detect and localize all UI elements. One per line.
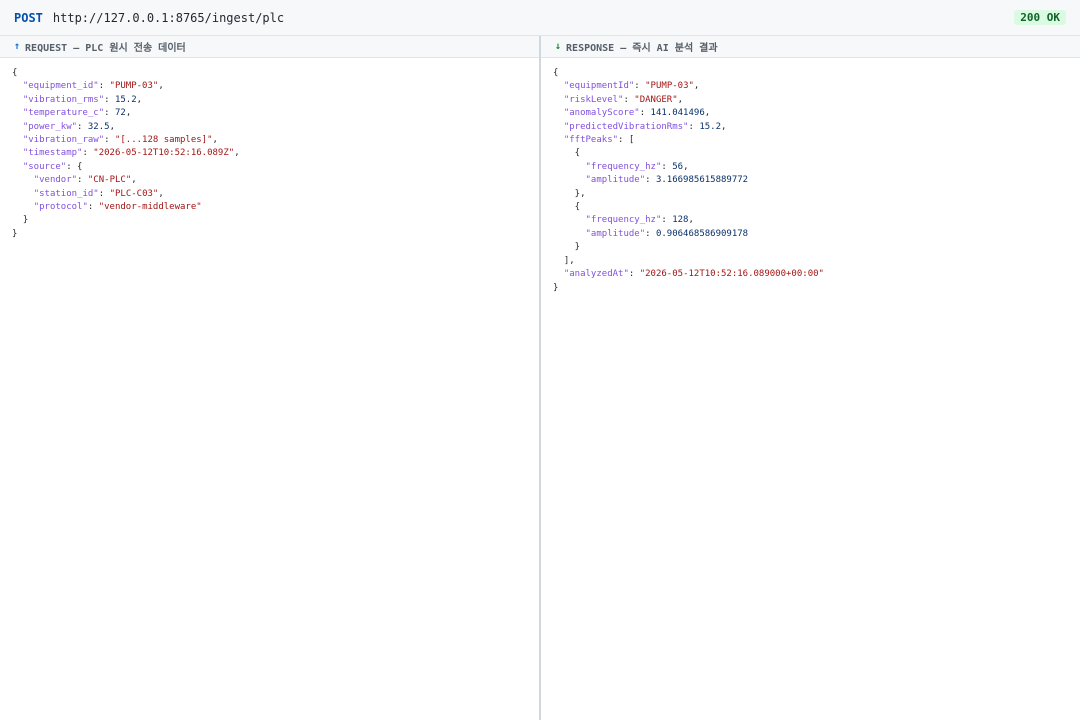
json-value: "2026-05-12T10:52:16.089000+00:00" [639, 269, 824, 280]
json-value: "PUMP-03" [109, 81, 159, 92]
json-value: "[...128 samples]" [114, 135, 213, 146]
json-value: "PLC-C03" [109, 188, 159, 199]
arrow-up-icon: ↑ [14, 41, 21, 52]
request-url[interactable]: http://127.0.0.1:8765/ingest/plc [53, 11, 284, 25]
request-pane-title: REQUEST — PLC 원시 전송 데이터 [25, 43, 186, 54]
json-value: 56 [672, 161, 684, 172]
json-value: "CN-PLC" [87, 175, 132, 186]
response-pane-header: ↓ RESPONSE — 즉시 AI 분석 결과 [541, 36, 1080, 58]
request-pane-header: ↑ REQUEST — PLC 원시 전송 데이터 [0, 36, 539, 58]
panes: ↑ REQUEST — PLC 원시 전송 데이터 { "equipment_i… [0, 36, 1080, 720]
response-json[interactable]: { "equipmentId": "PUMP-03", "riskLevel":… [541, 58, 1080, 304]
json-value: 15.2 [699, 121, 721, 132]
http-method: POST [14, 10, 43, 25]
request-pane: ↑ REQUEST — PLC 원시 전송 데이터 { "equipment_i… [0, 36, 541, 720]
json-value: 32.5 [87, 121, 110, 132]
json-value: 141.041496 [650, 108, 705, 119]
arrow-down-icon: ↓ [555, 41, 562, 52]
json-value: 0.906468586909178 [655, 228, 749, 239]
status-badge: 200 OK [1014, 10, 1066, 25]
response-pane: ↓ RESPONSE — 즉시 AI 분석 결과 { "equipmentId"… [541, 36, 1080, 720]
json-value: 128 [672, 215, 689, 226]
request-json[interactable]: { "equipment_id": "PUMP-03", "vibration_… [0, 58, 539, 250]
json-value: "DANGER" [634, 94, 678, 105]
json-value: 3.166985615889772 [655, 175, 749, 186]
json-value: "vendor-middleware" [98, 202, 202, 213]
json-value: 72 [114, 108, 126, 119]
response-pane-title: RESPONSE — 즉시 AI 분석 결과 [566, 43, 718, 54]
request-bar: POST http://127.0.0.1:8765/ingest/plc 20… [0, 0, 1080, 36]
json-value: 15.2 [114, 94, 137, 105]
json-value: "2026-05-12T10:52:16.089Z" [93, 148, 235, 159]
json-value: "PUMP-03" [645, 81, 694, 92]
